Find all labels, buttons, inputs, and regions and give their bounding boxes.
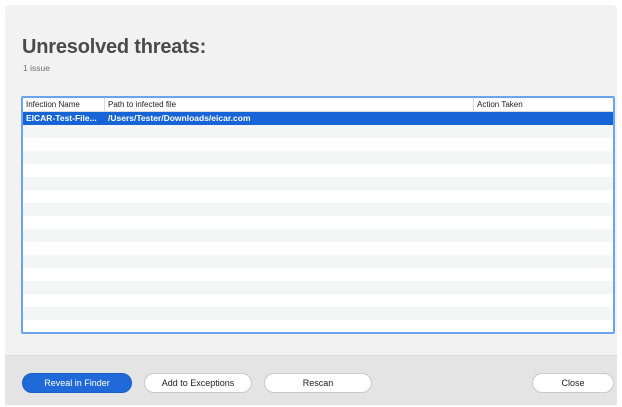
column-header-path[interactable]: Path to infected file — [105, 98, 474, 111]
table-row[interactable]: EICAR-Test-File... /Users/Tester/Downloa… — [23, 112, 613, 125]
action-taken-cell — [474, 112, 613, 125]
empty-table-row — [23, 229, 613, 242]
infection-name-cell: EICAR-Test-File... — [26, 113, 97, 123]
empty-table-row — [23, 281, 613, 294]
threats-table[interactable]: Infection Name Path to infected file Act… — [21, 96, 615, 334]
threats-window: Unresolved threats: 1 issue Infection Na… — [5, 5, 617, 405]
empty-table-row — [23, 320, 613, 332]
empty-table-row — [23, 164, 613, 177]
rescan-button[interactable]: Rescan — [264, 373, 372, 393]
add-to-exceptions-button[interactable]: Add to Exceptions — [144, 373, 252, 393]
empty-table-row — [23, 177, 613, 190]
empty-table-row — [23, 242, 613, 255]
empty-table-row — [23, 125, 613, 138]
empty-table-row — [23, 294, 613, 307]
empty-table-row — [23, 151, 613, 164]
column-header-action-taken[interactable]: Action Taken — [474, 98, 613, 111]
empty-table-row — [23, 190, 613, 203]
column-header-infection-name[interactable]: Infection Name — [23, 98, 105, 111]
empty-table-row — [23, 307, 613, 320]
table-body: EICAR-Test-File... /Users/Tester/Downloa… — [23, 112, 613, 332]
empty-table-row — [23, 255, 613, 268]
table-header: Infection Name Path to infected file Act… — [23, 98, 613, 112]
empty-table-row — [23, 203, 613, 216]
empty-table-row — [23, 268, 613, 281]
close-button[interactable]: Close — [532, 373, 614, 393]
infected-path-cell: /Users/Tester/Downloads/eicar.com — [108, 113, 251, 123]
page-title: Unresolved threats: — [22, 36, 207, 58]
empty-table-row — [23, 216, 613, 229]
reveal-in-finder-button[interactable]: Reveal in Finder — [22, 373, 132, 393]
empty-table-row — [23, 138, 613, 151]
issue-count: 1 issue — [23, 63, 50, 73]
